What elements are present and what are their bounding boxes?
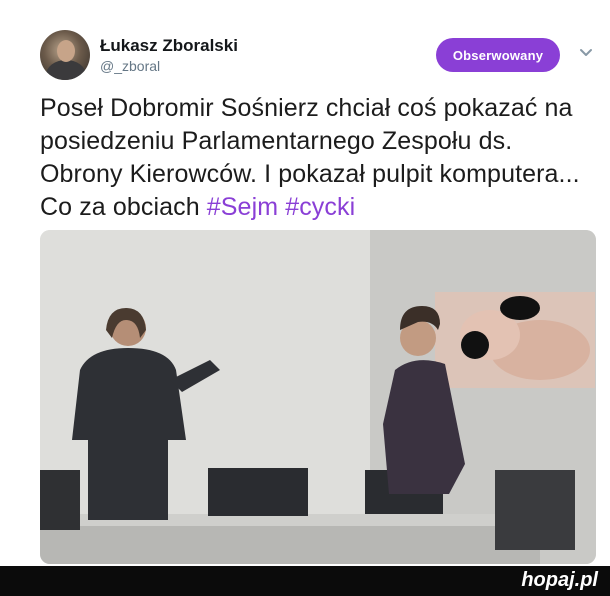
tweet-card: Łukasz Zboralski @_zboral Obserwowany Po… <box>0 0 610 566</box>
laptop <box>208 468 308 516</box>
footer-bar: hopaj.pl <box>0 566 610 596</box>
tweet-photo[interactable] <box>40 230 596 564</box>
avatar[interactable] <box>40 30 90 80</box>
tweet-text: Poseł Dobromir Sośnierz chciał coś pokaz… <box>40 92 600 224</box>
brand-logo[interactable]: hopaj.pl <box>521 569 598 592</box>
follow-button[interactable]: Obserwowany <box>436 38 560 72</box>
avatar-face <box>57 40 75 62</box>
hashtag-cycki[interactable]: #cycki <box>285 193 355 221</box>
avatar-body <box>46 60 86 80</box>
photo-illustration <box>40 230 596 564</box>
author-name[interactable]: Łukasz Zboralski <box>100 36 238 56</box>
hashtag-sejm[interactable]: #Sejm <box>207 193 278 221</box>
chevron-down-icon[interactable] <box>578 45 594 61</box>
author-handle[interactable]: @_zboral <box>100 58 160 74</box>
